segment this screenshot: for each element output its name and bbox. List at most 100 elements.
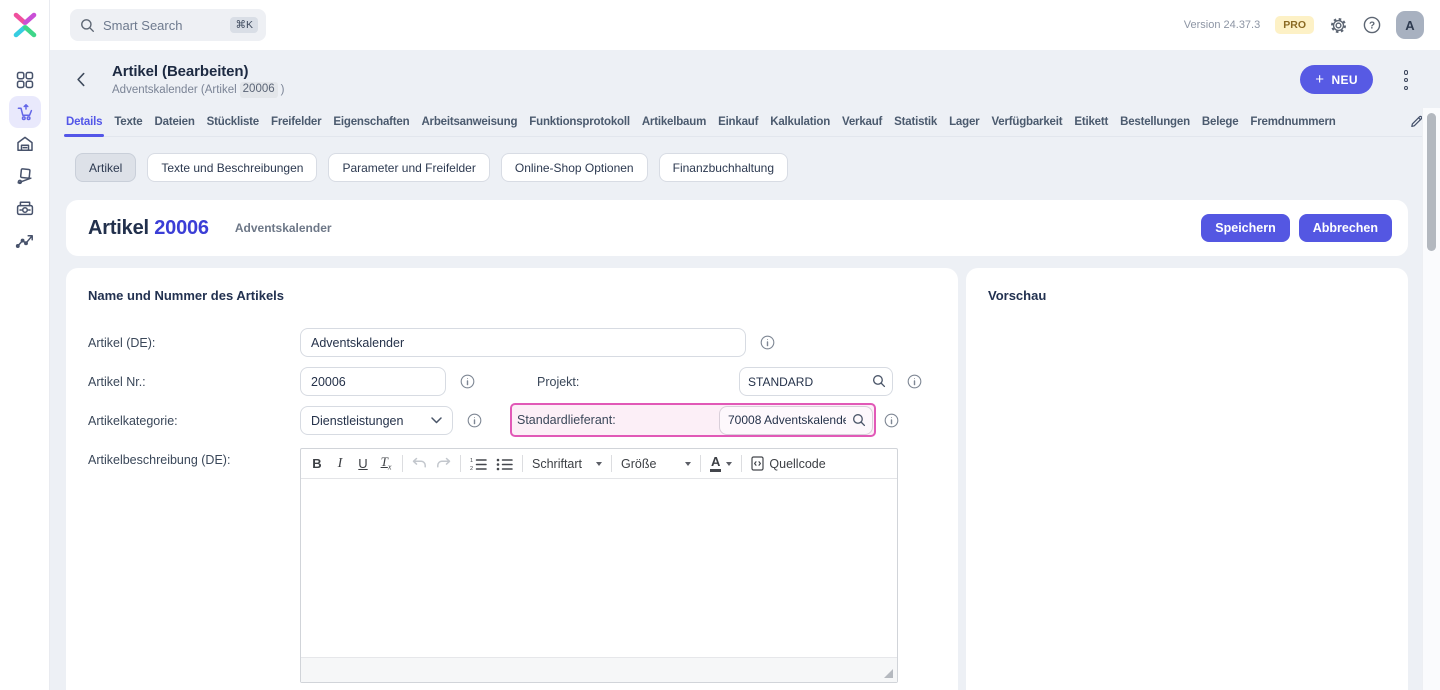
bullet-list-icon[interactable] (496, 457, 513, 471)
field-projekt: Projekt: (537, 367, 922, 396)
italic-button[interactable]: I (333, 457, 347, 471)
artikel-de-label: Artikel (DE): (88, 336, 300, 350)
subtab-artikel[interactable]: Artikel (75, 153, 136, 182)
editor-body[interactable] (301, 479, 897, 657)
preview-title: Vorschau (988, 288, 1046, 303)
tab-artikelbaum[interactable]: Artikelbaum (642, 110, 706, 136)
numbered-list-icon[interactable]: 1 2 (470, 457, 487, 471)
preview-card: Vorschau (966, 268, 1408, 690)
font-family-dropdown[interactable]: Schriftart (532, 457, 602, 471)
record-title-text: Artikel (88, 217, 149, 239)
statistics-icon[interactable] (9, 224, 41, 256)
artikelkategorie-label: Artikelkategorie: (88, 414, 300, 428)
editor-footer (301, 657, 897, 682)
bold-button[interactable]: B (310, 457, 324, 470)
tab-etikett[interactable]: Etikett (1074, 110, 1108, 136)
standardlieferant-input[interactable] (719, 406, 873, 435)
tab-arbeitsanweisung[interactable]: Arbeitsanweisung (421, 110, 517, 136)
artikelbeschreibung-label: Artikelbeschreibung (DE): (88, 453, 230, 467)
info-icon[interactable] (467, 413, 482, 428)
page-subtitle-text: Adventskalender (Artikel (112, 84, 237, 96)
info-icon[interactable] (460, 374, 475, 389)
dashboard-grid-icon[interactable] (9, 64, 41, 96)
sidebar (0, 0, 50, 690)
projekt-label: Projekt: (537, 375, 739, 389)
search-icon[interactable] (872, 374, 886, 388)
source-code-button[interactable]: Quellcode (751, 456, 825, 471)
artikel-de-input[interactable] (300, 328, 746, 357)
tab-verkauf[interactable]: Verkauf (842, 110, 882, 136)
plus-icon: + (1315, 72, 1324, 87)
subtab-bar: Artikel Texte und Beschreibungen Paramet… (75, 153, 788, 182)
tab-stueckliste[interactable]: Stückliste (207, 110, 259, 136)
undo-icon[interactable] (412, 457, 427, 470)
record-header: Artikel 20006 Adventskalender Speichern … (66, 200, 1408, 256)
help-icon[interactable]: ? (1363, 16, 1381, 34)
kebab-menu-icon[interactable] (1400, 69, 1412, 91)
chevron-down-icon (431, 417, 442, 424)
avatar[interactable]: A (1396, 11, 1424, 39)
scrollbar-thumb[interactable] (1427, 113, 1436, 251)
record-title: Artikel 20006 (88, 217, 209, 240)
tab-details[interactable]: Details (66, 110, 102, 136)
svg-text:2: 2 (470, 466, 473, 471)
article-number-chip: 20006 (240, 82, 278, 98)
form-section-title: Name und Nummer des Artikels (88, 288, 284, 303)
subtab-finanzbuchhaltung[interactable]: Finanzbuchhaltung (659, 153, 788, 182)
tab-eigenschaften[interactable]: Eigenschaften (333, 110, 409, 136)
page-title: Artikel (Bearbeiten) (112, 63, 248, 80)
tab-dateien[interactable]: Dateien (155, 110, 195, 136)
cancel-button[interactable]: Abbrechen (1299, 214, 1392, 242)
tab-texte[interactable]: Texte (114, 110, 142, 136)
tab-fremdnummern[interactable]: Fremdnummern (1250, 110, 1335, 136)
smart-search[interactable]: ⌘K (70, 9, 266, 41)
tab-einkauf[interactable]: Einkauf (718, 110, 758, 136)
richtext-editor: B I U Tx 1 2 (300, 448, 898, 683)
standardlieferant-label: Standardlieferant: (517, 413, 719, 427)
scrollbar-track[interactable] (1422, 108, 1440, 690)
trolley-icon[interactable] (9, 160, 41, 192)
subtab-online-shop-optionen[interactable]: Online-Shop Optionen (501, 153, 648, 182)
tab-verfuegbarkeit[interactable]: Verfügbarkeit (991, 110, 1062, 136)
text-color-dropdown[interactable]: A (710, 455, 732, 473)
artikel-nr-input[interactable] (300, 367, 446, 396)
tab-bestellungen[interactable]: Bestellungen (1120, 110, 1190, 136)
remove-format-button[interactable]: Tx (379, 455, 393, 472)
resize-handle[interactable] (884, 669, 893, 678)
new-button-label: NEU (1331, 73, 1358, 87)
subtab-parameter-und-freifelder[interactable]: Parameter und Freifelder (328, 153, 489, 182)
artikelkategorie-select[interactable]: Dienstleistungen (300, 406, 453, 435)
tab-funktionsprotokoll[interactable]: Funktionsprotokoll (529, 110, 630, 136)
sidebar-nav (0, 64, 50, 256)
save-button[interactable]: Speichern (1201, 214, 1289, 242)
tab-freifelder[interactable]: Freifelder (271, 110, 321, 136)
underline-button[interactable]: U (356, 457, 370, 470)
font-family-label: Schriftart (532, 457, 582, 471)
tab-kalkulation[interactable]: Kalkulation (770, 110, 830, 136)
info-icon[interactable] (760, 335, 775, 350)
search-shortcut-badge: ⌘K (230, 17, 258, 34)
tab-belege[interactable]: Belege (1202, 110, 1239, 136)
new-button[interactable]: + NEU (1300, 65, 1373, 94)
chevron-down-icon (596, 462, 602, 466)
search-input[interactable] (103, 18, 222, 33)
editor-toolbar: B I U Tx 1 2 (301, 449, 897, 479)
subtab-texte-und-beschreibungen[interactable]: Texte und Beschreibungen (147, 153, 317, 182)
font-size-dropdown[interactable]: Größe (621, 457, 691, 471)
info-icon[interactable] (884, 413, 899, 428)
cart-arrow-up-icon[interactable] (9, 96, 41, 128)
back-button[interactable] (76, 72, 94, 90)
record-number: 20006 (154, 217, 209, 239)
chevron-down-icon (726, 462, 732, 466)
search-icon[interactable] (852, 413, 866, 427)
topbar: ⌘K Version 24.37.3 PRO ? A (50, 0, 1440, 50)
redo-icon[interactable] (436, 457, 451, 470)
warehouse-icon[interactable] (9, 128, 41, 160)
projekt-input[interactable] (739, 367, 893, 396)
chevron-down-icon (685, 462, 691, 466)
cash-register-icon[interactable] (9, 192, 41, 224)
tab-lager[interactable]: Lager (949, 110, 979, 136)
settings-gear-icon[interactable] (1329, 16, 1348, 35)
info-icon[interactable] (907, 374, 922, 389)
tab-statistik[interactable]: Statistik (894, 110, 937, 136)
